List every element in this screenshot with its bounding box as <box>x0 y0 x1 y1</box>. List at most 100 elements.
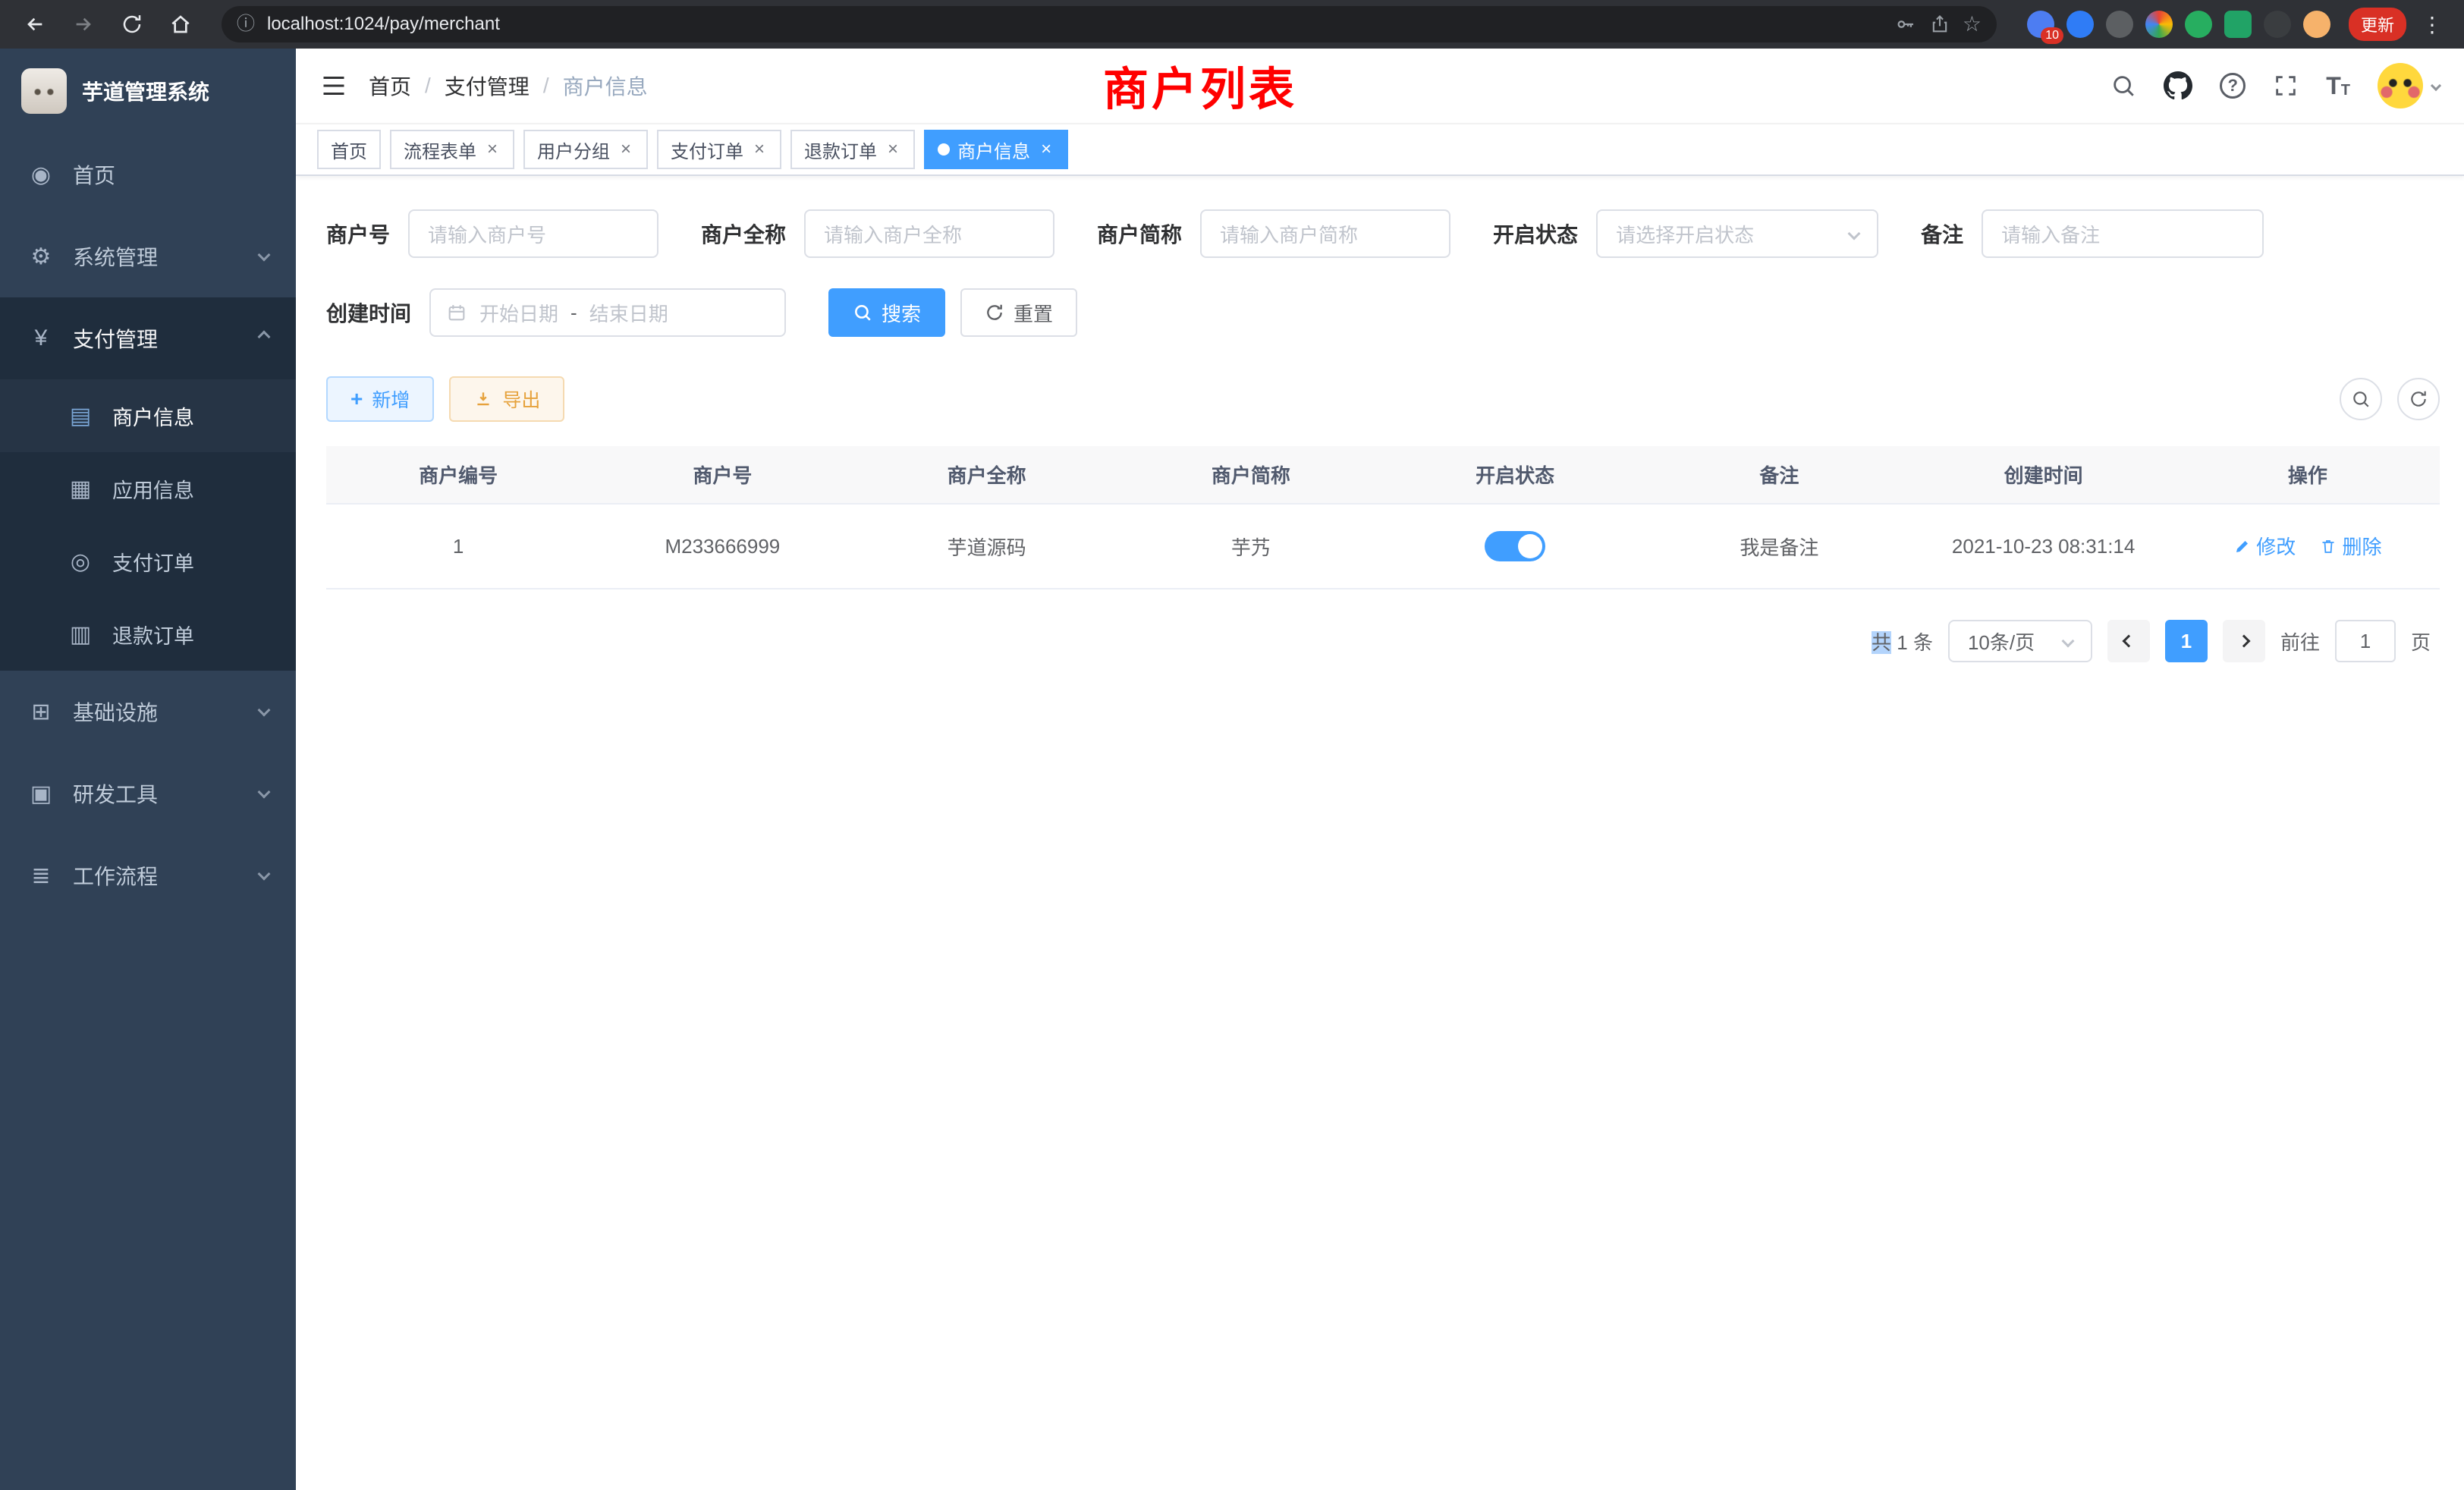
back-icon[interactable] <box>15 5 55 44</box>
status-toggle[interactable] <box>1485 531 1545 561</box>
breadcrumb-payment[interactable]: 支付管理 <box>445 71 530 101</box>
refresh-button[interactable] <box>2397 378 2440 420</box>
page-1-button[interactable]: 1 <box>2165 620 2208 662</box>
user-avatar[interactable] <box>2378 63 2440 108</box>
sidebar-item-home[interactable]: ◉ 首页 <box>0 134 296 215</box>
full-name-input[interactable]: 请输入商户全称 <box>804 209 1054 258</box>
add-button[interactable]: + 新增 <box>326 376 434 422</box>
tab-user-group[interactable]: 用户分组 × <box>523 130 648 169</box>
font-size-icon[interactable]: TT <box>2326 74 2350 98</box>
reset-button[interactable]: 重置 <box>960 288 1077 337</box>
cell-actions: 修改 删除 <box>2176 504 2440 589</box>
app-logo: 芋道管理系统 <box>0 49 296 134</box>
chevron-down-icon <box>258 786 271 799</box>
page-unit-label: 页 <box>2411 627 2431 655</box>
help-icon[interactable]: ? <box>2220 73 2246 99</box>
sidebar-item-app-info[interactable]: ▦ 应用信息 <box>0 452 296 525</box>
sidebar-item-payment[interactable]: ¥ 支付管理 <box>0 297 296 379</box>
tab-process-form[interactable]: 流程表单 × <box>390 130 514 169</box>
tab-home[interactable]: 首页 <box>317 130 381 169</box>
sidebar: 芋道管理系统 ◉ 首页 ⚙ 系统管理 ¥ 支付管理 ▤ 商户信息 ▦ 应用信息 <box>0 49 296 1490</box>
search-button[interactable]: 搜索 <box>828 288 945 337</box>
close-icon[interactable]: × <box>618 140 634 159</box>
plus-icon: + <box>350 388 363 410</box>
address-bar[interactable]: ⓘ localhost:1024/pay/merchant ☆ <box>222 6 1997 42</box>
breadcrumb-separator: / <box>543 74 549 98</box>
dashboard-icon: ◉ <box>27 162 55 188</box>
col-merchant-no: 商户号 <box>590 446 854 504</box>
fullscreen-icon[interactable] <box>2273 73 2299 99</box>
sidebar-item-merchant-info[interactable]: ▤ 商户信息 <box>0 379 296 452</box>
cell-short-name: 芋艿 <box>1119 504 1383 589</box>
site-info-icon[interactable]: ⓘ <box>237 15 255 33</box>
password-key-icon[interactable] <box>1894 13 1917 36</box>
field-short-name: 商户简称 请输入商户简称 <box>1097 209 1450 258</box>
browser-menu-icon[interactable]: ⋮ <box>2415 12 2449 37</box>
field-merchant-no: 商户号 请输入商户号 <box>326 209 658 258</box>
tags-view-bar: 首页 流程表单 × 用户分组 × 支付订单 × 退款订单 × 商户信息 × <box>296 124 2464 176</box>
browser-update-button[interactable]: 更新 <box>2349 8 2406 41</box>
chevron-down-icon <box>258 249 271 262</box>
sidebar-item-infrastructure[interactable]: ⊞ 基础设施 <box>0 671 296 753</box>
github-icon[interactable] <box>2164 71 2192 100</box>
extension-blue-grid-icon[interactable]: 10 <box>2027 11 2054 38</box>
sidebar-item-system[interactable]: ⚙ 系统管理 <box>0 215 296 297</box>
edit-link[interactable]: 修改 <box>2233 532 2296 560</box>
extension-green-square-icon[interactable] <box>2224 11 2252 38</box>
remark-input[interactable]: 请输入备注 <box>1982 209 2264 258</box>
filter-row-2: 创建时间 开始日期 - 结束日期 搜索 重置 <box>326 288 2440 337</box>
merchant-no-input[interactable]: 请输入商户号 <box>408 209 658 258</box>
search-icon[interactable] <box>2110 73 2136 99</box>
extension-colorful-icon[interactable] <box>2145 11 2173 38</box>
delete-link[interactable]: 删除 <box>2319 532 2381 560</box>
workflow-icon: ≣ <box>27 863 55 889</box>
status-select[interactable]: 请选择开启状态 <box>1596 209 1878 258</box>
chevron-down-icon <box>258 704 271 717</box>
next-page-button[interactable] <box>2223 620 2265 662</box>
home-icon[interactable] <box>161 5 200 44</box>
table-toolbar: + 新增 导出 <box>326 376 2440 422</box>
sidebar-item-pay-orders[interactable]: ◎ 支付订单 <box>0 525 296 598</box>
extension-dark-circle-icon[interactable] <box>2106 11 2133 38</box>
col-merchant-id: 商户编号 <box>326 446 590 504</box>
cell-merchant-id: 1 <box>326 504 590 589</box>
field-remark: 备注 请输入备注 <box>1921 209 2264 258</box>
page-content: 商户号 请输入商户号 商户全称 请输入商户全称 商户简称 请输入商户简称 开启状… <box>296 176 2464 1490</box>
app-title: 芋道管理系统 <box>82 76 209 106</box>
breadcrumb-current: 商户信息 <box>563 71 648 101</box>
close-icon[interactable]: × <box>484 140 501 159</box>
sidebar-item-refund-orders[interactable]: ▥ 退款订单 <box>0 598 296 671</box>
col-actions: 操作 <box>2176 446 2440 504</box>
short-name-input[interactable]: 请输入商户简称 <box>1200 209 1450 258</box>
extension-dark-circle2-icon[interactable] <box>2264 11 2291 38</box>
refund-icon: ▥ <box>67 621 94 648</box>
export-button[interactable]: 导出 <box>449 376 564 422</box>
close-icon[interactable]: × <box>751 140 768 159</box>
close-icon[interactable]: × <box>885 140 901 159</box>
share-icon[interactable] <box>1929 14 1950 35</box>
tab-refund-orders[interactable]: 退款订单 × <box>790 130 915 169</box>
close-icon[interactable]: × <box>1038 140 1054 159</box>
prev-page-button[interactable] <box>2107 620 2150 662</box>
bookmark-star-icon[interactable]: ☆ <box>1963 14 1982 35</box>
breadcrumb-home[interactable]: 首页 <box>369 71 411 101</box>
extension-blue-drop-icon[interactable] <box>2066 11 2094 38</box>
create-time-range-picker[interactable]: 开始日期 - 结束日期 <box>429 288 786 337</box>
payment-submenu: ▤ 商户信息 ▦ 应用信息 ◎ 支付订单 ▥ 退款订单 <box>0 379 296 671</box>
page-size-select[interactable]: 10条/页 <box>1948 620 2092 662</box>
sidebar-item-dev-tools[interactable]: ▣ 研发工具 <box>0 753 296 835</box>
forward-icon[interactable] <box>64 5 103 44</box>
filter-row-1: 商户号 请输入商户号 商户全称 请输入商户全称 商户简称 请输入商户简称 开启状… <box>326 209 2440 258</box>
sidebar-fold-icon[interactable] <box>320 72 347 99</box>
toggle-search-button[interactable] <box>2340 378 2382 420</box>
tab-pay-orders[interactable]: 支付订单 × <box>657 130 781 169</box>
cell-status <box>1383 504 1647 589</box>
tab-merchant-info[interactable]: 商户信息 × <box>924 130 1068 169</box>
col-create-time: 创建时间 <box>1912 446 2176 504</box>
breadcrumb: 首页 / 支付管理 / 商户信息 <box>369 71 648 101</box>
goto-page-input[interactable] <box>2335 620 2396 662</box>
extension-green-circle-icon[interactable] <box>2185 11 2212 38</box>
extension-orange-circle-icon[interactable] <box>2303 11 2330 38</box>
reload-icon[interactable] <box>112 5 152 44</box>
sidebar-item-workflow[interactable]: ≣ 工作流程 <box>0 835 296 916</box>
